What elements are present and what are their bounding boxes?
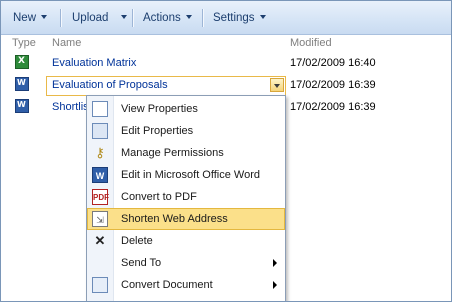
column-header-type[interactable]: Type [12, 37, 36, 49]
toolbar: New Upload Actions Settings [1, 1, 451, 35]
item-menu-dropdown-button[interactable] [270, 78, 284, 92]
menu-item-convert-document[interactable]: Convert Document [87, 274, 285, 296]
upload-menu-button[interactable]: Upload [72, 10, 128, 26]
selected-name-box[interactable]: Evaluation of Proposals [46, 76, 286, 96]
settings-menu-button[interactable]: Settings [213, 10, 266, 26]
list-row-selected[interactable]: Evaluation of Proposals 17/02/2009 16:39 [1, 74, 451, 96]
modified-date: 17/02/2009 16:39 [290, 101, 376, 113]
pdf-icon: PDF [92, 189, 109, 205]
column-header-name[interactable]: Name [52, 37, 81, 49]
item-context-menu: View Properties Edit Properties ⚷ Manage… [86, 95, 286, 301]
column-header-row: Type Name Modified [1, 34, 451, 52]
settings-label: Settings [213, 12, 255, 24]
chevron-down-icon [121, 15, 128, 19]
modified-date: 17/02/2009 16:39 [290, 79, 376, 91]
chevron-down-icon [41, 15, 48, 19]
toolbar-divider [60, 9, 62, 27]
menu-item-label: Manage Permissions [121, 147, 224, 159]
chevron-down-icon [185, 15, 192, 19]
actions-menu-button[interactable]: Actions [143, 10, 192, 26]
convert-icon [92, 277, 108, 293]
chevron-down-icon [259, 15, 266, 19]
menu-item-edit-properties[interactable]: Edit Properties [87, 120, 285, 142]
column-header-modified[interactable]: Modified [290, 37, 332, 49]
word-file-icon [15, 77, 29, 91]
menu-item-label: View Properties [121, 103, 198, 115]
list-row[interactable]: Evaluation Matrix 17/02/2009 16:40 [1, 52, 451, 74]
toolbar-divider [132, 9, 134, 27]
new-menu-button[interactable]: New [13, 10, 48, 26]
permissions-icon: ⚷ [95, 145, 105, 160]
properties-icon [92, 101, 108, 117]
word-icon: W [92, 167, 108, 183]
menu-item-shorten-web-address[interactable]: ⇲ Shorten Web Address [87, 208, 285, 230]
document-library-view: New Upload Actions Settings Type Name Mo… [0, 0, 452, 302]
menu-item-manage-permissions[interactable]: ⚷ Manage Permissions [87, 142, 285, 164]
menu-item-delete[interactable]: ✕ Delete [87, 230, 285, 252]
menu-item-view-properties[interactable]: View Properties [87, 98, 285, 120]
menu-item-label: Convert to PDF [121, 191, 197, 203]
document-name-link[interactable]: Shortlis [52, 101, 89, 113]
menu-item-edit-in-word[interactable]: W Edit in Microsoft Office Word [87, 164, 285, 186]
menu-item-label: Edit in Microsoft Office Word [121, 169, 260, 181]
upload-label: Upload [72, 12, 109, 24]
menu-item-label: Edit Properties [121, 125, 194, 137]
excel-file-icon [15, 55, 29, 69]
submenu-arrow-icon [273, 259, 277, 267]
edit-properties-icon [92, 123, 108, 139]
actions-label: Actions [143, 12, 181, 24]
menu-item-convert-to-pdf[interactable]: PDF Convert to PDF [87, 186, 285, 208]
menu-item-send-to[interactable]: Send To [87, 252, 285, 274]
document-name-link[interactable]: Evaluation of Proposals [52, 79, 168, 91]
menu-item-label: Delete [121, 235, 153, 247]
toolbar-divider [202, 9, 204, 27]
menu-item-label: Shorten Web Address [121, 213, 228, 225]
word-file-icon [15, 99, 29, 113]
shorten-icon: ⇲ [92, 211, 108, 227]
menu-item-label: Send To [121, 257, 162, 269]
menu-item-label: Convert Document [121, 279, 213, 291]
new-label: New [13, 12, 37, 24]
modified-date: 17/02/2009 16:40 [290, 57, 376, 69]
chevron-down-icon [274, 84, 280, 88]
submenu-arrow-icon [273, 281, 277, 289]
delete-icon: ✕ [94, 233, 106, 248]
document-name-link[interactable]: Evaluation Matrix [52, 57, 136, 69]
